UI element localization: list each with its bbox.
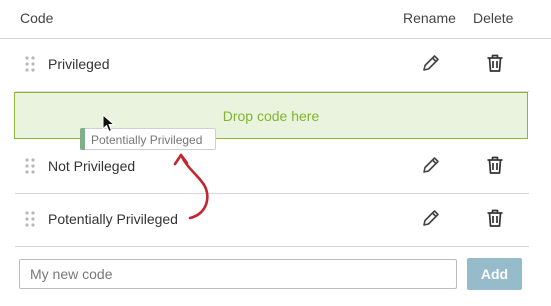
- code-label: Privileged: [48, 56, 110, 72]
- table-header: Code Rename Delete: [0, 0, 551, 39]
- drag-grip-icon[interactable]: [25, 56, 35, 72]
- code-row[interactable]: Potentially Privileged: [15, 193, 529, 245]
- curved-arrow-icon: [160, 150, 220, 222]
- pencil-icon[interactable]: [420, 207, 442, 229]
- pencil-icon[interactable]: [420, 52, 442, 74]
- drag-ghost-accent: [80, 128, 85, 150]
- add-button[interactable]: Add: [467, 258, 522, 290]
- code-label: Not Privileged: [48, 158, 136, 174]
- code-label: Potentially Privileged: [48, 211, 178, 227]
- drag-ghost-label: Potentially Privileged: [91, 133, 203, 147]
- drag-grip-icon[interactable]: [25, 211, 35, 227]
- pencil-icon[interactable]: [420, 154, 442, 176]
- drag-grip-icon[interactable]: [25, 158, 35, 174]
- row-divider: [15, 246, 529, 247]
- drag-ghost[interactable]: Potentially Privileged: [80, 128, 216, 150]
- new-code-input[interactable]: [19, 259, 457, 289]
- trash-icon[interactable]: [484, 52, 506, 74]
- column-header-rename: Rename: [403, 10, 456, 26]
- mouse-pointer-icon: [102, 114, 116, 134]
- trash-icon[interactable]: [484, 154, 506, 176]
- trash-icon[interactable]: [484, 207, 506, 229]
- column-header-delete: Delete: [473, 10, 514, 26]
- column-header-code: Code: [20, 10, 54, 26]
- drop-zone-label: Drop code here: [222, 108, 320, 124]
- code-row[interactable]: Privileged: [15, 38, 529, 90]
